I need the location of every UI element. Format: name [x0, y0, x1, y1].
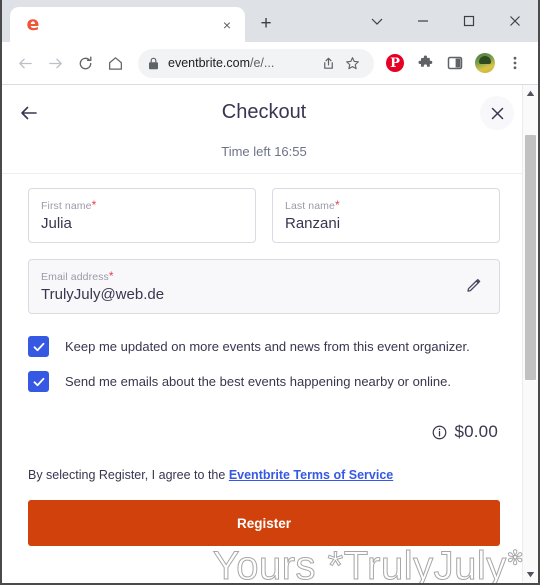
three-dot-menu-icon[interactable] [500, 48, 530, 78]
avatar[interactable] [470, 48, 500, 78]
scroll-up-arrow-icon[interactable] [523, 85, 538, 102]
total-amount: $0.00 [454, 422, 498, 441]
first-name-label: First name* [41, 198, 243, 212]
tab-search-icon[interactable] [354, 0, 400, 42]
checkbox-label-nearby-events: Send me emails about the best events hap… [65, 373, 451, 389]
tab-strip: e × + [2, 0, 538, 42]
checkout-header: Checkout [2, 85, 526, 140]
required-marker: * [334, 198, 340, 212]
url-domain: eventbrite.com [168, 56, 250, 70]
checkbox-row-nearby-events[interactable]: Send me emails about the best events hap… [28, 371, 500, 392]
window-controls [354, 0, 538, 42]
first-name-label-text: First name [41, 200, 92, 212]
forward-arrow-icon[interactable] [40, 48, 70, 78]
checkbox-organizer-updates[interactable] [28, 336, 49, 357]
last-name-label-text: Last name [285, 200, 335, 212]
order-total-row: $0.00 [2, 406, 526, 442]
extensions-puzzle-icon[interactable] [410, 48, 440, 78]
email-label-text: Email address [41, 271, 109, 283]
required-marker: * [108, 269, 114, 283]
close-icon[interactable] [480, 96, 514, 130]
url-path: /e/... [249, 56, 275, 70]
home-icon[interactable] [100, 48, 130, 78]
email-label: Email address* [41, 269, 453, 283]
close-window-button[interactable] [492, 0, 538, 42]
browser-toolbar: eventbrite.com/e/... P [2, 42, 538, 85]
name-row: First name* Julia Last name* Ranzani [28, 188, 500, 243]
avatar-image [475, 53, 495, 73]
eventbrite-favicon-icon: e [26, 13, 40, 35]
last-name-label: Last name* [285, 198, 487, 212]
scrollbar-thumb[interactable] [525, 135, 536, 380]
minimize-button[interactable] [400, 0, 446, 42]
page-title: Checkout [221, 101, 307, 123]
share-icon[interactable] [316, 51, 340, 75]
email-value: TrulyJuly@web.de [41, 286, 165, 303]
browser-window: e × + eventbrite.com/e/... P Checkout Ti… [0, 0, 540, 585]
opt-in-checkboxes: Keep me updated on more events and news … [2, 314, 526, 392]
pinterest-badge: P [386, 54, 404, 72]
last-name-value: Ranzani [285, 215, 341, 232]
browser-tab-eventbrite[interactable]: e × [10, 7, 245, 42]
terms-of-service-link[interactable]: Eventbrite Terms of Service [229, 468, 393, 482]
register-button-wrap: Register [2, 482, 526, 546]
address-bar[interactable]: eventbrite.com/e/... [138, 48, 374, 78]
scroll-down-arrow-icon[interactable] [523, 566, 538, 583]
required-marker: * [91, 198, 97, 212]
checkbox-nearby-events-emails[interactable] [28, 371, 49, 392]
new-tab-button[interactable]: + [251, 9, 281, 39]
pinterest-extension-icon[interactable]: P [380, 48, 410, 78]
page-content: Checkout Time left 16:55 First name* Jul… [2, 85, 538, 583]
email-address-field[interactable]: Email address* TrulyJuly@web.de [28, 259, 500, 314]
lock-icon [148, 57, 159, 70]
info-icon[interactable] [432, 425, 447, 440]
register-button[interactable]: Register [28, 500, 500, 546]
side-panel-icon[interactable] [440, 48, 470, 78]
back-arrow-icon[interactable] [14, 98, 44, 128]
back-arrow-icon[interactable] [10, 48, 40, 78]
reload-icon[interactable] [70, 48, 100, 78]
last-name-field[interactable]: Last name* Ranzani [272, 188, 500, 243]
first-name-field[interactable]: First name* Julia [28, 188, 256, 243]
maximize-button[interactable] [446, 0, 492, 42]
first-name-value: Julia [41, 215, 72, 232]
attendee-form: First name* Julia Last name* Ranzani Ema… [2, 174, 526, 314]
url-text: eventbrite.com/e/... [159, 56, 316, 70]
bookmark-star-icon[interactable] [340, 51, 364, 75]
terms-notice: By selecting Register, I agree to the Ev… [2, 442, 526, 482]
checkout-panel: Checkout Time left 16:55 First name* Jul… [2, 85, 526, 583]
terms-prefix-text: By selecting Register, I agree to the [28, 468, 229, 482]
pencil-icon[interactable] [463, 276, 485, 298]
time-left-status: Time left 16:55 [221, 144, 307, 159]
page-scrollbar[interactable] [522, 85, 538, 583]
checkbox-row-organizer-updates[interactable]: Keep me updated on more events and news … [28, 336, 500, 357]
checkbox-label-organizer-updates: Keep me updated on more events and news … [65, 338, 470, 354]
tab-close-icon[interactable]: × [217, 15, 237, 35]
